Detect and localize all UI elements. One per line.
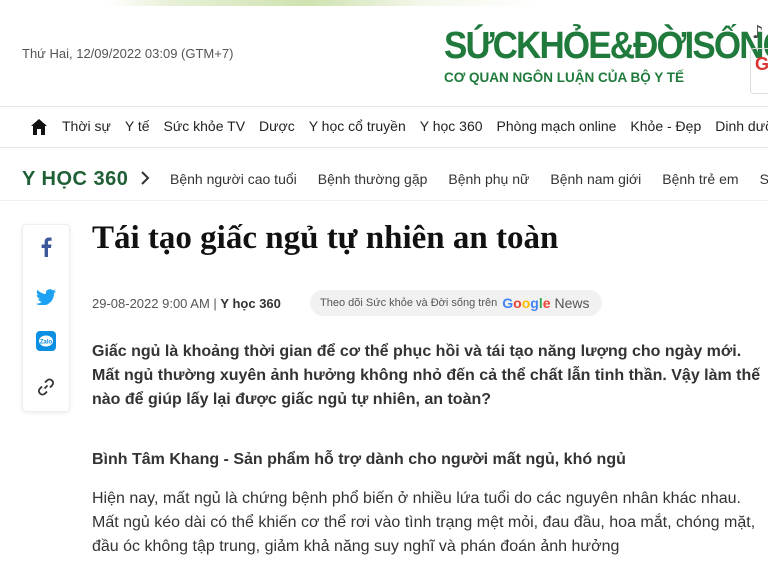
tiktok-icon[interactable]: ♪ xyxy=(752,22,764,43)
home-icon[interactable] xyxy=(30,118,48,136)
current-date: Thứ Hai, 12/09/2022 03:09 (GTM+7) xyxy=(22,46,234,61)
main-nav: Thời sự Y tế Sức khỏe TV Dược Y học cổ t… xyxy=(0,106,768,148)
nav-item-phong-mach-online[interactable]: Phòng mạch online xyxy=(497,118,617,134)
article-meta: 29-08-2022 9:00 AM | Y học 360 xyxy=(92,296,281,311)
subnav-item-benh-phu-nu[interactable]: Bệnh phụ nữ xyxy=(448,171,529,187)
nav-items: Thời sự Y tế Sức khỏe TV Dược Y học cổ t… xyxy=(62,118,768,134)
article-body-paragraph: Hiện nay, mất ngủ là chứng bệnh phổ biến… xyxy=(92,490,756,555)
share-bar: Zalo xyxy=(22,224,70,412)
facebook-icon[interactable] xyxy=(36,237,56,257)
twitter-icon[interactable] xyxy=(36,287,56,307)
nav-item-y-hoc-co-truyen[interactable]: Y học cổ truyền xyxy=(309,118,406,134)
zalo-icon[interactable]: Zalo xyxy=(36,331,56,351)
section-nav: Y HỌC 360 Bệnh người cao tuổi Bệnh thườn… xyxy=(0,160,768,201)
subnav-item-benh-thuong-gap[interactable]: Bệnh thường gặp xyxy=(318,171,428,187)
follow-text: Theo dõi Sức khỏe và Đời sống trên xyxy=(320,297,498,309)
nav-item-dinh-duong[interactable]: Dinh dưỡng xyxy=(715,118,768,134)
subnav-item-benh-tre-em[interactable]: Bệnh trẻ em xyxy=(662,171,738,187)
subnav-item-benh-nguoi-cao-tuoi[interactable]: Bệnh người cao tuổi xyxy=(170,171,297,187)
article-datetime: 29-08-2022 9:00 AM xyxy=(92,296,210,311)
svg-text:Zalo: Zalo xyxy=(40,340,53,346)
top-banner-strip xyxy=(0,0,768,6)
nav-item-y-hoc-360[interactable]: Y học 360 xyxy=(420,118,483,134)
nav-item-khoe-dep[interactable]: Khỏe - Đẹp xyxy=(630,118,701,134)
meta-separator: | xyxy=(209,296,221,311)
nav-item-suc-khoe-tv[interactable]: Sức khỏe TV xyxy=(164,118,245,134)
logo-tagline: CƠ QUAN NGÔN LUẬN CỦA BỘ Y TẾ xyxy=(444,70,685,85)
chevron-right-icon xyxy=(141,171,150,185)
article-title: Tái tạo giấc ngủ tự nhiên an toàn xyxy=(92,220,559,256)
side-badge[interactable]: G xyxy=(750,48,768,94)
article-subheading: Bình Tâm Khang - Sản phẩm hỗ trợ dành ch… xyxy=(92,451,626,468)
article-lead: Giấc ngủ là khoảng thời gian để cơ thể p… xyxy=(92,343,761,408)
section-subnav-items: Bệnh người cao tuổi Bệnh thường gặp Bệnh… xyxy=(170,171,768,187)
link-icon[interactable] xyxy=(36,377,56,397)
google-logo: Google xyxy=(502,295,551,311)
section-title[interactable]: Y HỌC 360 xyxy=(22,168,128,191)
nav-item-thoi-su[interactable]: Thời sự xyxy=(62,118,111,134)
article-category-link[interactable]: Y học 360 xyxy=(220,296,280,311)
google-news-follow-button[interactable]: Theo dõi Sức khỏe và Đời sống trên Googl… xyxy=(310,290,602,316)
nav-item-y-te[interactable]: Y tế xyxy=(125,118,150,134)
nav-item-duoc[interactable]: Dược xyxy=(259,118,295,134)
subnav-item-benh-nam-gioi[interactable]: Bệnh nam giới xyxy=(550,171,641,187)
site-logo[interactable]: SỨCKHỎE&ĐỜISỐNG CƠ QUAN NGÔN LUẬN CỦA BỘ… xyxy=(444,25,768,96)
logo-wordmark: SỨCKHỎE&ĐỜISỐNG xyxy=(444,25,768,67)
subnav-item-suc-khoe[interactable]: Sức kh xyxy=(760,171,768,187)
google-news-label: News xyxy=(554,295,590,311)
